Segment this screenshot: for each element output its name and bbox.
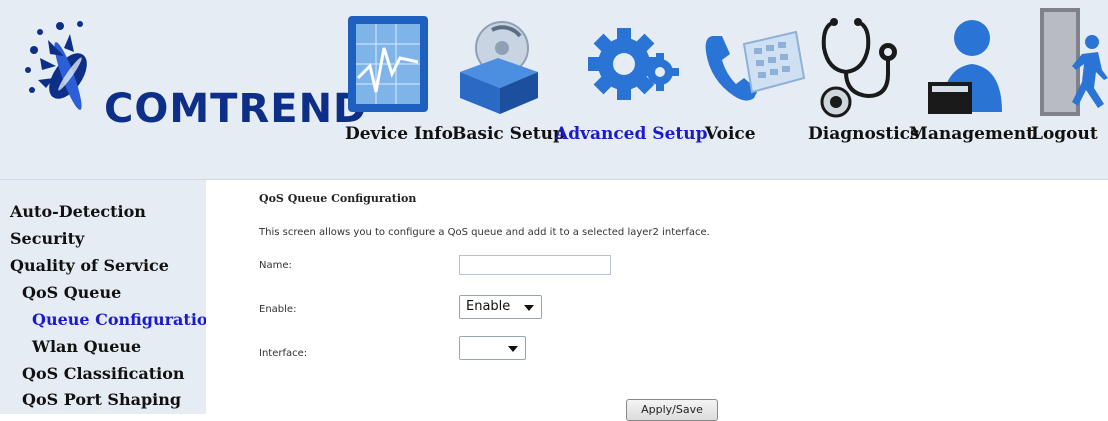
sidebar-item-qos-queue[interactable]: QoS Queue xyxy=(22,283,121,302)
name-input[interactable] xyxy=(459,255,611,275)
sidebar-item-auto-detection[interactable]: Auto-Detection xyxy=(10,202,146,221)
management-user-icon[interactable] xyxy=(922,8,1014,118)
sidebar-item-wlan-queue[interactable]: Wlan Queue xyxy=(32,337,141,356)
sidebar-item-security[interactable]: Security xyxy=(10,229,84,248)
enable-label: Enable: xyxy=(259,304,297,315)
sidebar: Auto-Detection Security Quality of Servi… xyxy=(0,180,219,414)
sidebar-item-qos-classification[interactable]: QoS Classification xyxy=(22,364,185,383)
basic-setup-box-disc-icon[interactable] xyxy=(452,8,542,118)
name-label: Name: xyxy=(259,260,292,271)
sidebar-item-quality-of-service[interactable]: Quality of Service xyxy=(10,256,169,275)
nav-logout[interactable]: Logout xyxy=(1031,124,1098,144)
logout-door-runner-icon[interactable] xyxy=(1036,8,1108,118)
diagnostics-stethoscope-icon[interactable] xyxy=(812,8,902,118)
enable-select-value: Enable xyxy=(466,299,511,314)
voice-phone-icon[interactable] xyxy=(700,8,806,118)
interface-select[interactable] xyxy=(459,336,526,360)
page-title: QoS Queue Configuration xyxy=(259,192,417,205)
header-banner: COMTREND Device Info Basic Setup Advance… xyxy=(0,0,1108,180)
comtrend-logo: COMTREND xyxy=(20,18,366,158)
nav-voice[interactable]: Voice xyxy=(705,124,756,144)
nav-diagnostics[interactable]: Diagnostics xyxy=(808,124,920,144)
page-description: This screen allows you to configure a Qo… xyxy=(259,227,710,238)
logo-wordmark: COMTREND xyxy=(104,86,368,132)
sidebar-item-queue-configuration[interactable]: Queue Configuration xyxy=(32,310,219,329)
chevron-down-icon xyxy=(524,305,534,311)
nav-advanced-setup[interactable]: Advanced Setup xyxy=(555,124,708,144)
chevron-down-icon xyxy=(508,346,518,352)
apply-save-button[interactable]: Apply/Save xyxy=(626,399,718,421)
nav-management[interactable]: Management xyxy=(909,124,1034,144)
main-content: QoS Queue Configuration This screen allo… xyxy=(206,180,1108,421)
nav-device-info[interactable]: Device Info xyxy=(345,124,453,144)
enable-select[interactable]: Enable xyxy=(459,295,542,319)
device-info-chart-icon[interactable] xyxy=(344,8,434,118)
logo-burst-icon xyxy=(25,21,87,110)
sidebar-item-qos-port-shaping[interactable]: QoS Port Shaping xyxy=(22,390,181,409)
nav-basic-setup[interactable]: Basic Setup xyxy=(452,124,565,144)
advanced-setup-gears-icon[interactable] xyxy=(584,8,682,118)
interface-label: Interface: xyxy=(259,348,308,359)
